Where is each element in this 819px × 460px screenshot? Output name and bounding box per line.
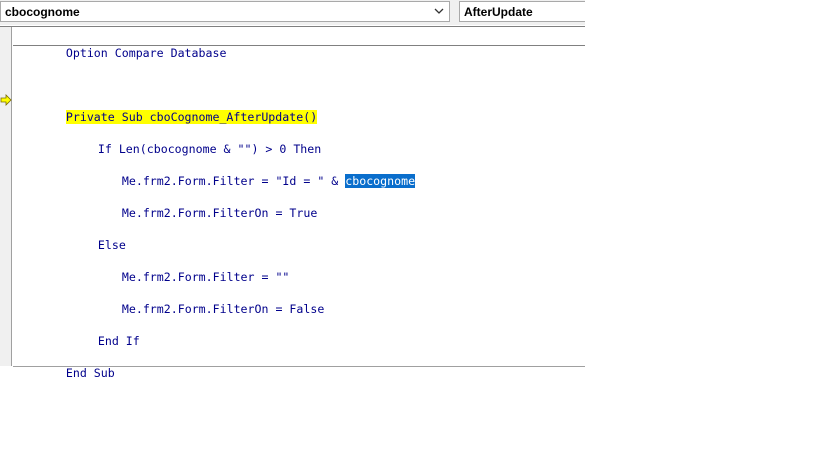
current-statement-highlight: Private Sub cboCognome_AfterUpdate() [65,110,318,124]
code-text: End If [97,334,140,348]
code-text: Me.frm2.Form.FilterOn = False [121,302,325,316]
code-line-end-sub[interactable]: End Sub [24,349,115,380]
code-line-if[interactable]: If Len(cbocognome & "") > 0 Then [56,125,321,156]
code-line-option[interactable]: Option Compare Database [24,29,227,60]
code-text: If Len(cbocognome & "") > 0 Then [97,142,322,156]
code-line-else[interactable]: Else [56,221,126,252]
vba-code-window: cbocognome AfterUpdate Option Compare Da… [0,0,585,380]
object-dropdown[interactable]: cbocognome [0,1,450,22]
code-line-end-if[interactable]: End If [56,317,140,348]
code-pane[interactable]: Option Compare Database Private Sub cboC… [0,26,585,380]
code-line-filteron-false[interactable]: Me.frm2.Form.FilterOn = False [80,285,324,316]
code-line-sub-header[interactable]: Private Sub cboCognome_AfterUpdate() [24,93,318,124]
code-pane-bottom-border [13,366,585,367]
code-text: Else [97,238,126,252]
code-text: Option Compare Database [65,46,227,60]
margin-indicator-bar[interactable] [0,27,12,366]
code-window-combo-bar: cbocognome AfterUpdate [0,0,585,25]
code-text: Me.frm2.Form.Filter = "" [121,270,290,284]
arrow-right-icon [0,94,12,106]
code-line-filter-empty[interactable]: Me.frm2.Form.Filter = "" [80,253,290,284]
declarations-separator [13,45,585,46]
object-dropdown-value: cbocognome [5,5,80,19]
procedure-dropdown[interactable]: AfterUpdate [459,1,585,22]
procedure-dropdown-value: AfterUpdate [464,5,533,19]
code-text: End Sub [65,366,115,380]
selected-text: cbocognome [345,174,416,188]
code-text: Me.frm2.Form.Filter = "Id = " & [121,174,346,188]
code-text: Me.frm2.Form.FilterOn = True [121,206,318,220]
chevron-down-icon[interactable] [432,3,446,20]
code-line-filter[interactable]: Me.frm2.Form.Filter = "Id = " & cbocogno… [80,157,416,188]
code-line-filteron-true[interactable]: Me.frm2.Form.FilterOn = True [80,189,317,220]
